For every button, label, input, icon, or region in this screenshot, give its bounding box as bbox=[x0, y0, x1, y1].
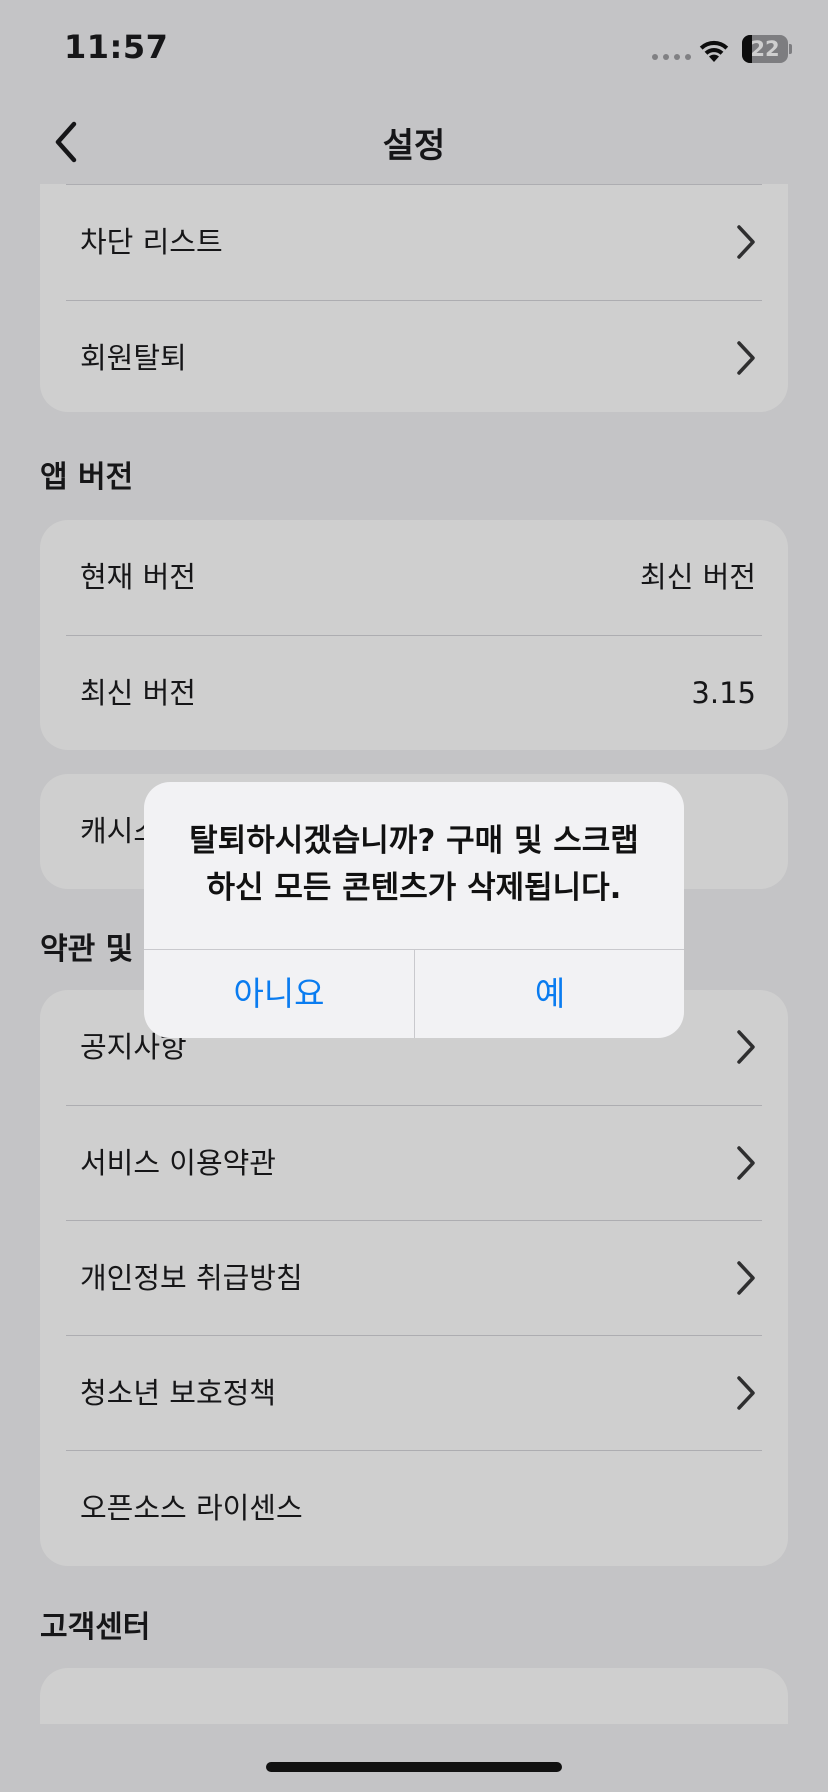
yes-button[interactable]: 예 bbox=[415, 950, 684, 1038]
no-button[interactable]: 아니요 bbox=[144, 950, 414, 1038]
alert-message-line: 하신 모든 콘텐츠가 삭제됩니다. bbox=[206, 870, 622, 906]
home-indicator[interactable] bbox=[266, 1762, 562, 1772]
alert-message: 탈퇴하시겠습니까? 구매 및 스크랩 하신 모든 콘텐츠가 삭제됩니다. bbox=[164, 818, 664, 912]
withdraw-confirm-alert: 탈퇴하시겠습니까? 구매 및 스크랩 하신 모든 콘텐츠가 삭제됩니다. 아니요… bbox=[144, 782, 684, 1038]
alert-message-line: 탈퇴하시겠습니까? 구매 및 스크랩 bbox=[189, 823, 639, 859]
